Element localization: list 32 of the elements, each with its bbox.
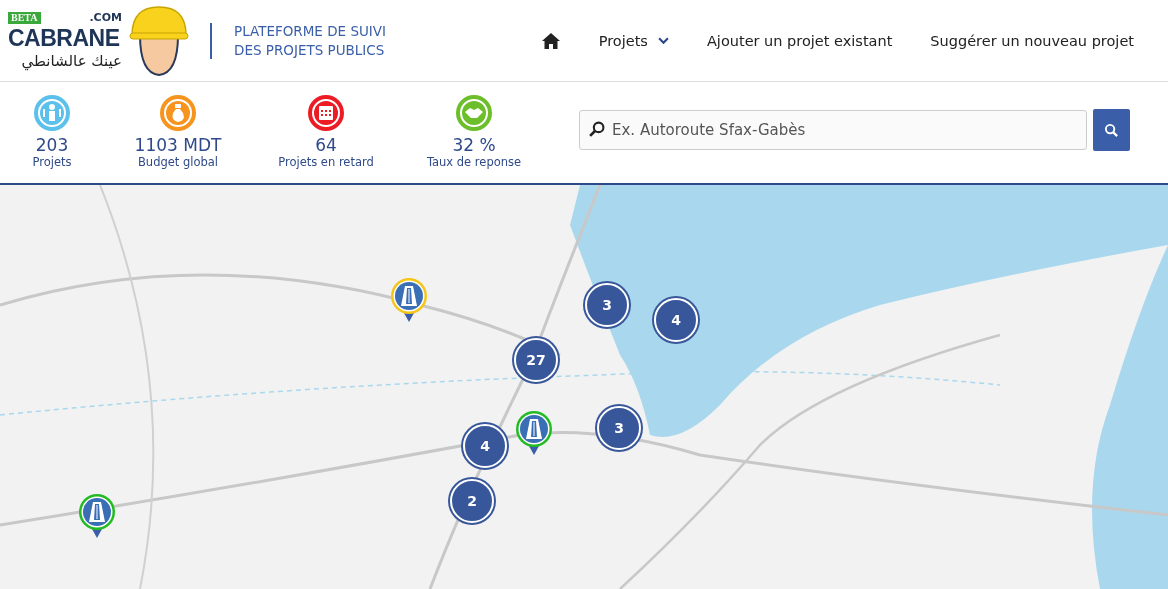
projects-menu[interactable]: Projets	[598, 32, 669, 49]
stat-value: 203	[35, 135, 69, 155]
cluster-marker[interactable]: 27	[514, 338, 558, 382]
beta-badge: BETA	[8, 11, 41, 24]
road-pin-icon[interactable]	[77, 492, 117, 540]
stat-value: 64	[315, 135, 337, 155]
platform-title: PLATEFORME DE SUIVI	[234, 21, 387, 41]
road-pin-icon[interactable]	[389, 276, 429, 324]
logo-name: CABRANE	[8, 24, 121, 52]
road-pin-icon[interactable]	[514, 409, 554, 457]
stat-label: Projets	[32, 155, 72, 169]
cluster-marker[interactable]: 4	[463, 424, 507, 468]
platform-title: DES PROJETS PUBLICS	[234, 40, 386, 60]
stat-label: Taux de reponse	[426, 155, 522, 169]
stat-label: Projets en retard	[278, 155, 374, 169]
nav-link[interactable]: Ajouter un projet existant	[706, 32, 893, 49]
logo-domain: .COM	[89, 11, 122, 24]
cluster-marker[interactable]: 3	[585, 283, 629, 327]
cluster-marker[interactable]: 3	[597, 406, 641, 450]
search-icon	[1104, 122, 1119, 138]
stat-value: 32 %	[452, 135, 496, 155]
stat-value: 1103 MDT	[134, 135, 222, 155]
search-button[interactable]	[1093, 109, 1130, 151]
nav-link[interactable]: Suggérer un nouveau projet	[930, 32, 1134, 49]
logo-tagline: عينك عالشانطي	[20, 52, 122, 70]
stat-label: Budget global	[137, 155, 219, 169]
search-field[interactable]: Ex. Autoroute Sfax-Gabès	[579, 110, 1087, 150]
cluster-marker[interactable]: 4	[654, 298, 698, 342]
caret-icon[interactable]	[657, 37, 669, 44]
cluster-marker[interactable]: 2	[450, 479, 494, 523]
home-icon[interactable]	[540, 31, 561, 50]
helmet-figure-icon	[128, 4, 190, 77]
